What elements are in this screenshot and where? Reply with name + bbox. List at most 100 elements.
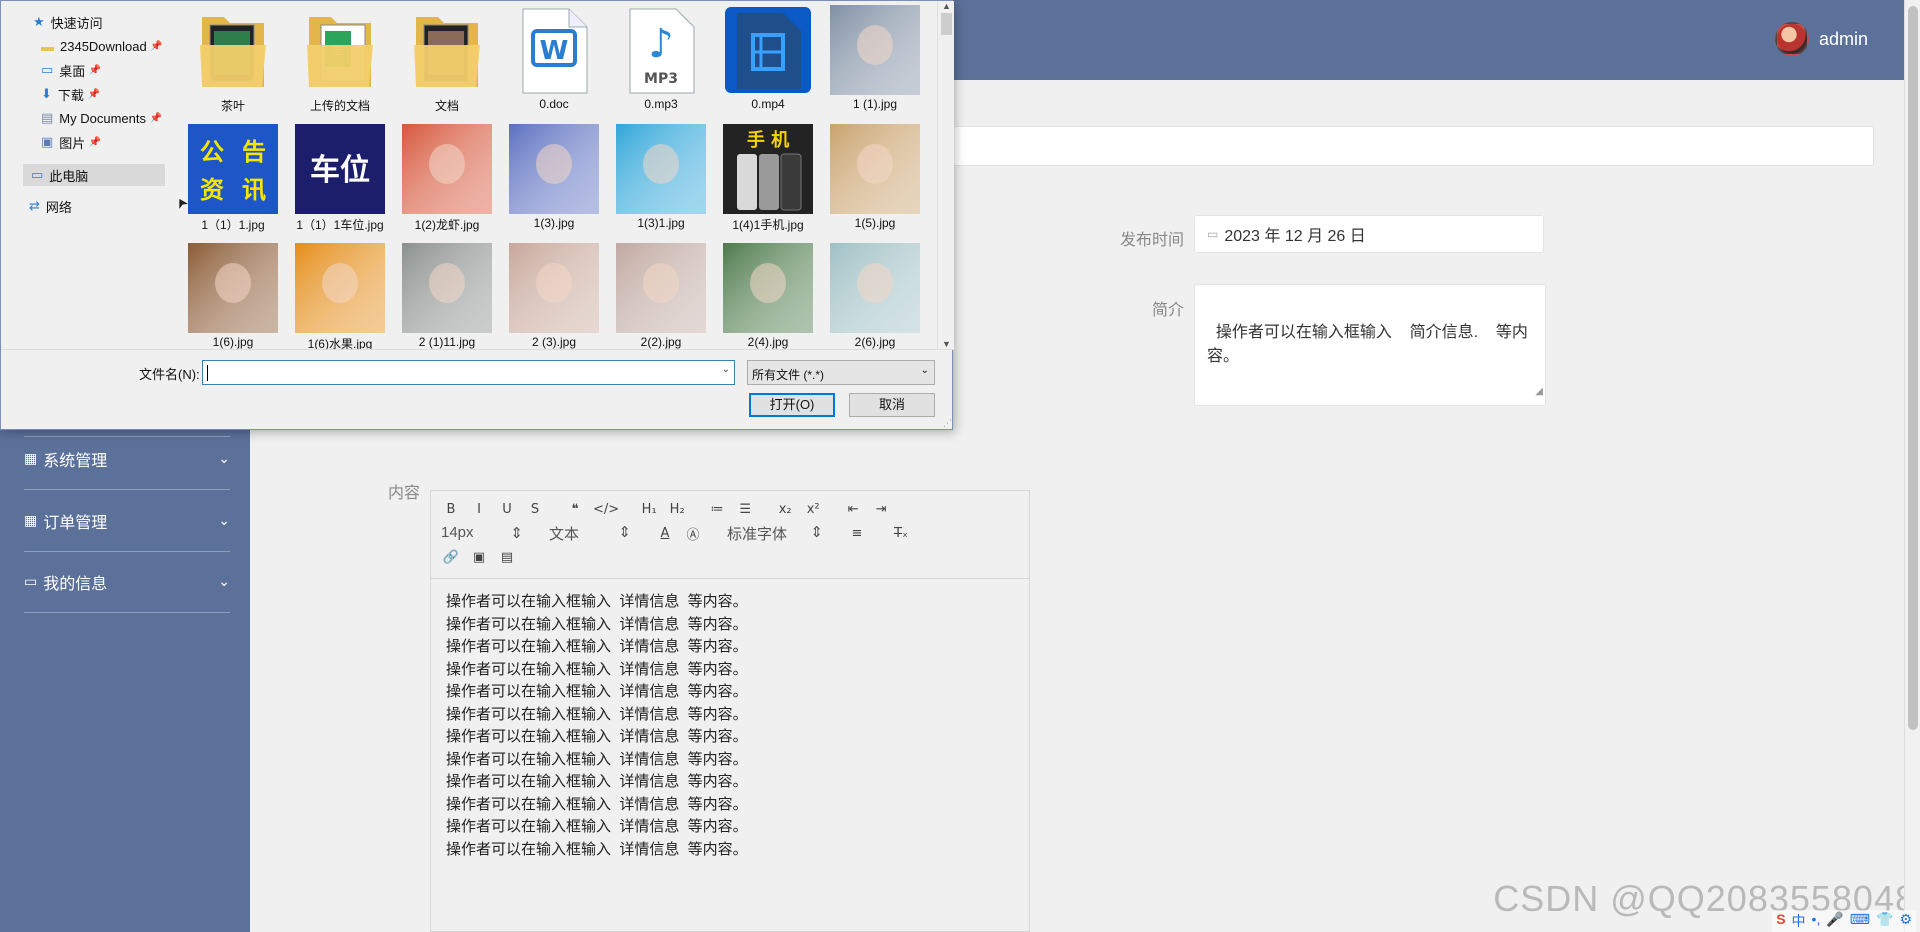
italic-icon[interactable]: I [469, 502, 489, 517]
nav-item[interactable]: ▬ 2345Download 📌 [41, 35, 163, 57]
rich-text-editor[interactable]: B I U S ❝ </> H₁ H₂ ≔ ☰ x₂ x² ⇤ ⇥ 14px ⇕ 文本 ⇕ A Ⓐ 标准字体 ⇕… [430, 490, 1030, 932]
tray-icon[interactable]: 👕 [1876, 911, 1893, 931]
file-item[interactable]: 文档 [397, 1, 497, 120]
scroll-down-icon[interactable]: ▼ [938, 339, 955, 349]
bullet-list-icon[interactable]: ☰ [735, 502, 755, 517]
filename-input[interactable]: ⌄ [202, 360, 735, 385]
nav-item-label: 2345Download [60, 38, 147, 54]
file-item[interactable]: 公 告 资 讯 1（1）1.jpg [183, 120, 283, 239]
file-item[interactable]: 车位 1（1）1车位.jpg [290, 120, 390, 239]
file-item[interactable]: 2 (1)11.jpg [397, 239, 497, 349]
cancel-button[interactable]: 取消 [849, 393, 935, 417]
scrollbar-thumb[interactable] [941, 13, 952, 35]
file-item[interactable]: 1(2)龙虾.jpg [397, 120, 497, 239]
font-family-select[interactable]: 标准字体 ⇕ [727, 523, 823, 544]
file-item[interactable]: ≣ 上传的文档 [290, 1, 390, 120]
nav-item[interactable]: ★ 快速访问 [33, 11, 103, 33]
code-icon[interactable]: </> [593, 502, 619, 517]
file-item[interactable]: 0.mp4 [718, 1, 818, 120]
scroll-up-icon[interactable]: ▲ [938, 1, 955, 11]
sidebar-item-system[interactable]: ▦ 系统管理 ⌄ [24, 428, 230, 490]
underline-icon[interactable]: U [497, 502, 517, 517]
file-item[interactable]: 1(6)水果.jpg [290, 239, 390, 349]
editor-content[interactable]: 操作者可以在输入框输入 详情信息 等内容。 操作者可以在输入框输入 详情信息 等内… [431, 579, 1029, 873]
filetype-value: 所有文件 (*.*) [752, 368, 825, 382]
block-type-value: 文本 [549, 525, 580, 543]
file-grid-scrollbar[interactable]: ▲ ▼ [937, 1, 954, 349]
pin-icon: 📌 [88, 136, 102, 148]
file-item[interactable]: 茶叶 [183, 1, 283, 120]
file-item[interactable]: 2(2).jpg [611, 239, 711, 349]
file-item[interactable]: 1(5).jpg [825, 120, 925, 239]
file-item[interactable]: 1(3).jpg [504, 120, 604, 239]
open-button[interactable]: 打开(O) [749, 393, 835, 417]
align-icon[interactable]: ≡ [847, 526, 867, 541]
username: admin [1818, 28, 1868, 49]
resize-grip-icon[interactable]: ⋰ [943, 418, 952, 429]
resize-grip-icon[interactable]: ◢ [1535, 380, 1543, 404]
blockquote-icon[interactable]: ❝ [565, 502, 585, 517]
filetype-select[interactable]: 所有文件 (*.*) ⌄ [747, 360, 935, 385]
font-size-select[interactable]: 14px ⇕ [441, 524, 523, 542]
editor-toolbar: B I U S ❝ </> H₁ H₂ ≔ ☰ x₂ x² ⇤ ⇥ 14px ⇕ 文本 ⇕ A Ⓐ 标准字体 ⇕… [431, 491, 1029, 579]
superscript-icon[interactable]: x² [803, 502, 823, 517]
file-item[interactable]: 1(3)1.jpg [611, 120, 711, 239]
link-icon[interactable]: 🔗 [441, 550, 461, 565]
outdent-icon[interactable]: ⇤ [843, 502, 863, 517]
video-icon[interactable]: ▤ [497, 550, 517, 565]
image-thumbnail: 公 告 资 讯 [188, 124, 278, 214]
text-color-icon[interactable]: A [655, 526, 675, 541]
file-item[interactable]: ♪ MP3 0.mp3 [611, 1, 711, 120]
chevron-down-icon[interactable]: ⌄ [722, 364, 730, 375]
file-item[interactable]: 1 (1).jpg [825, 1, 925, 120]
clear-format-icon[interactable]: T̶ₓ [891, 526, 911, 541]
page-scrollbar-thumb[interactable] [1908, 6, 1918, 730]
nav-item-label: 网络 [45, 199, 72, 215]
editor-line: 操作者可以在输入框输入 详情信息 等内容。 [446, 728, 748, 745]
page-scrollbar[interactable] [1904, 0, 1920, 932]
nav-item[interactable]: ⇄ 网络 [29, 195, 72, 217]
sidebar-item-orders[interactable]: ▦ 订单管理 ⌄ [24, 490, 230, 552]
tray-icon[interactable]: S [1776, 911, 1785, 931]
tray-icon[interactable]: ⚙ [1899, 911, 1912, 931]
image-thumbnail [188, 243, 278, 333]
nav-item[interactable]: ▭ 桌面 📌 [41, 59, 101, 81]
image-icon[interactable]: ▣ [469, 550, 489, 565]
heading2-icon[interactable]: H₂ [667, 502, 687, 517]
ordered-list-icon[interactable]: ≔ [707, 502, 727, 517]
tray-icon[interactable]: 中 [1792, 911, 1806, 931]
file-item[interactable]: W 0.doc [504, 1, 604, 120]
content-label: 内容 [387, 485, 420, 502]
file-name: 1(6)水果.jpg [307, 337, 373, 349]
nav-item[interactable]: ▤ My Documents 📌 [41, 107, 162, 129]
nav-item[interactable]: ⬇ 下载 📌 [41, 83, 100, 105]
file-name: 2 (3).jpg [531, 335, 577, 349]
heading1-icon[interactable]: H₁ [639, 502, 659, 517]
editor-line: 操作者可以在输入框输入 详情信息 等内容。 [446, 750, 748, 768]
user-menu[interactable]: admin [1774, 22, 1868, 56]
avatar[interactable] [1774, 22, 1809, 56]
file-item[interactable]: 2(6).jpg [825, 239, 925, 349]
editor-line: 操作者可以在输入框输入 详情信息 等内容。 [446, 660, 748, 678]
file-item[interactable]: 2 (3).jpg [504, 239, 604, 349]
file-item[interactable]: 2(4).jpg [718, 239, 818, 349]
nav-item[interactable]: ▣ 图片 📌 [41, 131, 101, 153]
folder-icon [188, 5, 278, 95]
sidebar-item-my-info[interactable]: ▭ 我的信息 ⌄ [24, 551, 230, 613]
intro-textarea[interactable]: 操作者可以在输入框输入 简介信息. 等内容。 ◢ [1194, 284, 1546, 406]
subscript-icon[interactable]: x₂ [775, 502, 795, 517]
image-thumbnail [830, 124, 920, 214]
file-name: 1（1）1车位.jpg [296, 218, 384, 232]
tray-icon[interactable]: ⌨ [1850, 911, 1870, 931]
tray-icon[interactable]: •, [1812, 911, 1821, 931]
bold-icon[interactable]: B [441, 502, 461, 517]
strikethrough-icon[interactable]: S [525, 502, 545, 517]
tray-icon[interactable]: 🎤 [1826, 911, 1843, 931]
indent-icon[interactable]: ⇥ [871, 502, 891, 517]
file-item[interactable]: 1(6).jpg [183, 239, 283, 349]
block-type-select[interactable]: 文本 ⇕ [549, 523, 631, 544]
file-item[interactable]: 手 机 1(4)1手机.jpg [718, 120, 818, 239]
publish-time-picker[interactable]: ▭ 2023 年 12 月 26 日 [1194, 215, 1544, 253]
background-color-icon[interactable]: Ⓐ [683, 524, 703, 543]
nav-item[interactable]: ▭ 此电脑 [23, 164, 165, 186]
